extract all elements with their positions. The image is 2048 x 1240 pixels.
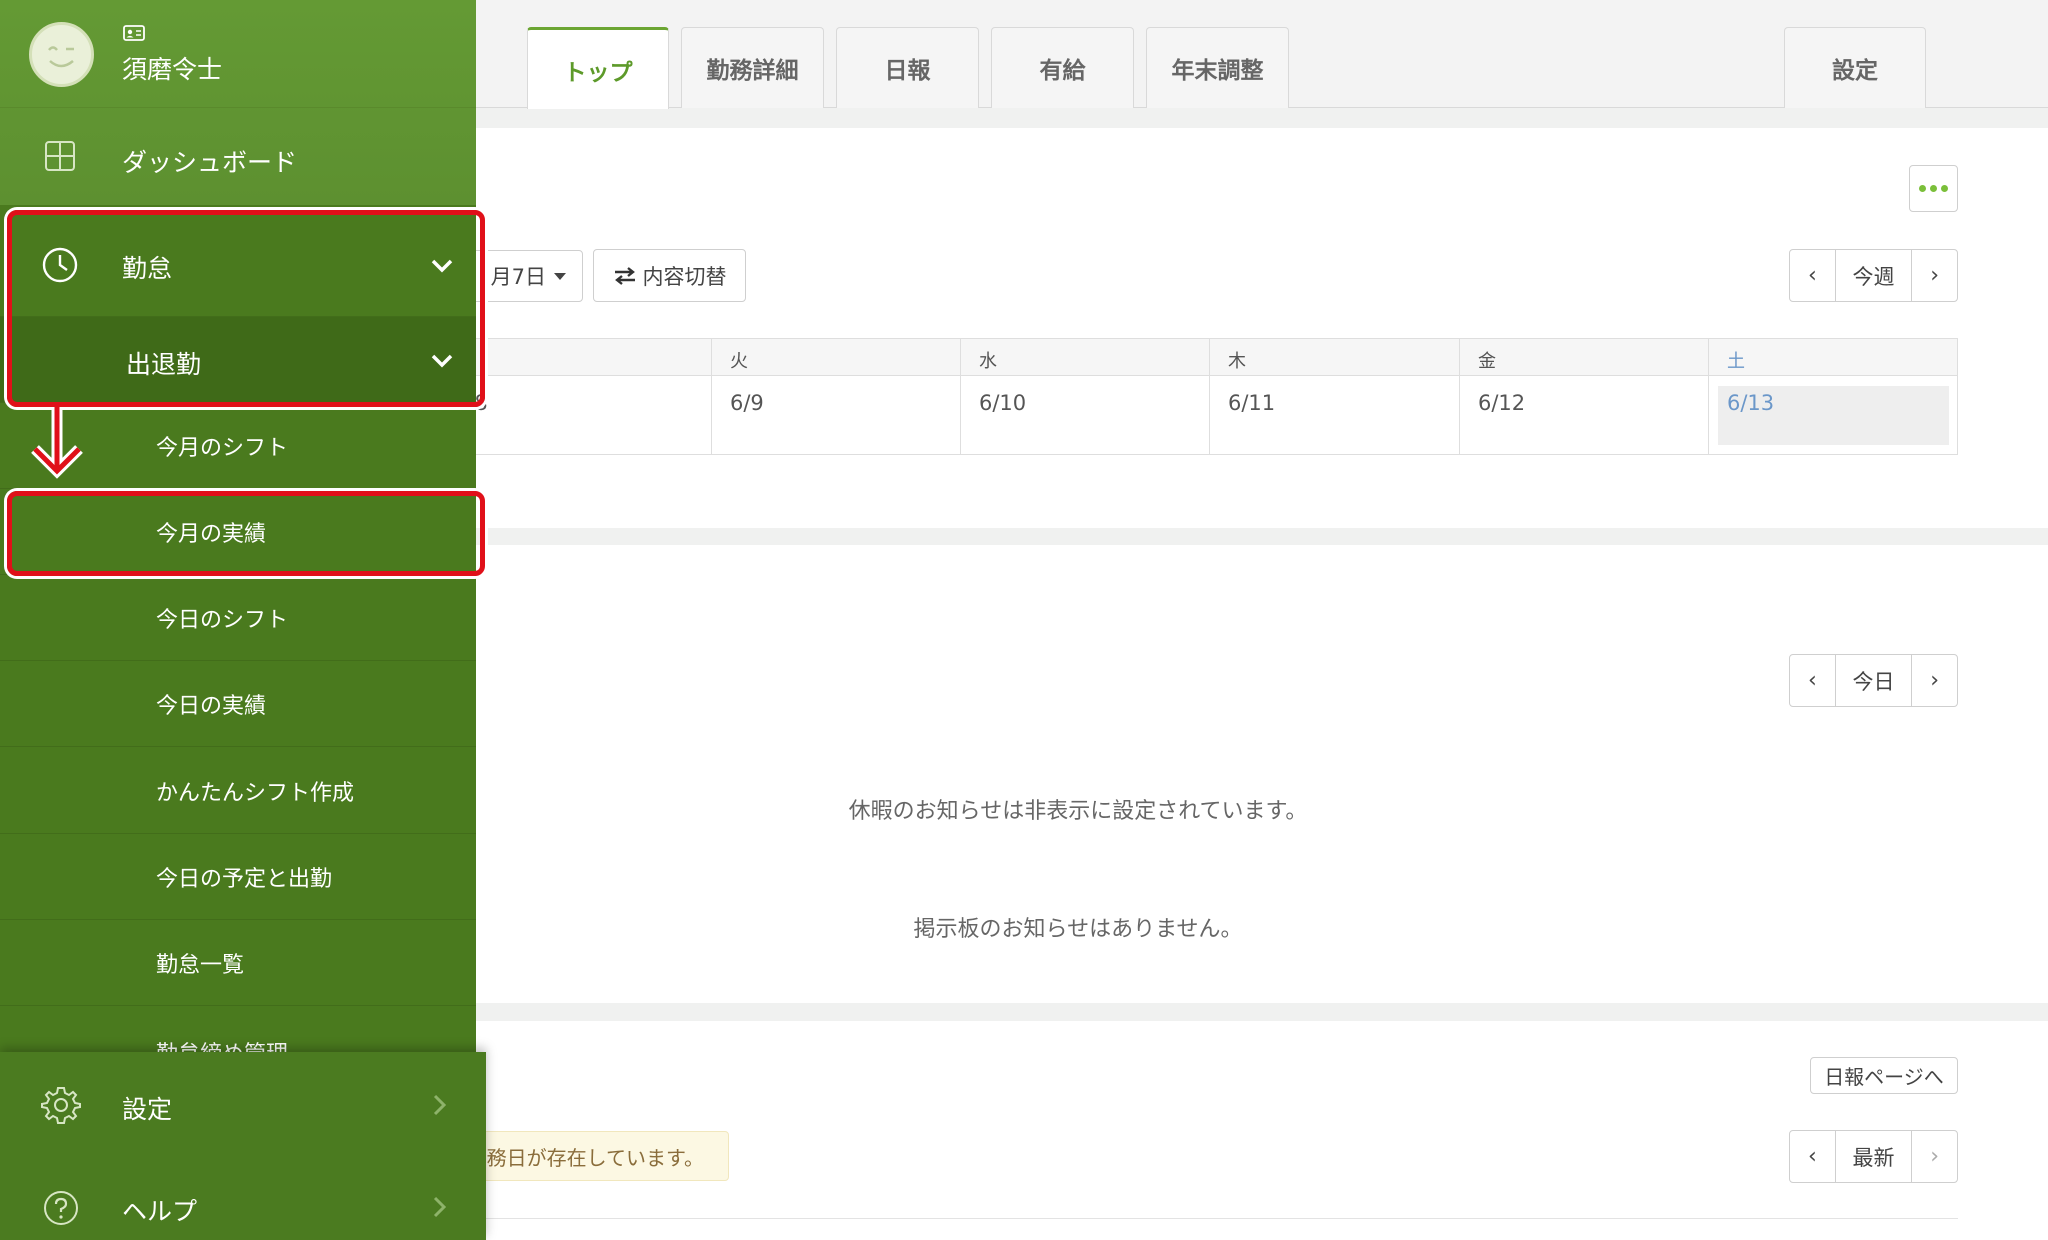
- dashboard-label: ダッシュボード: [122, 148, 298, 177]
- day-column-fri[interactable]: 金 6/12: [1460, 339, 1709, 454]
- today-button[interactable]: 今日: [1834, 655, 1913, 706]
- sidebar-item-label: 今月のシフト: [156, 435, 289, 461]
- sidebar-item-label: 今日の予定と出勤: [156, 866, 333, 892]
- day-column-thu[interactable]: 木 6/11: [1210, 339, 1460, 454]
- avatar: [29, 22, 94, 87]
- next-week-button[interactable]: ›: [1912, 250, 1957, 301]
- more-options-button[interactable]: [1909, 165, 1958, 212]
- sidebar-item-daily-shift[interactable]: 今日のシフト: [0, 575, 476, 661]
- settings-label: 設定: [122, 1095, 173, 1124]
- next-day-button[interactable]: ›: [1912, 655, 1957, 706]
- report-alert: 務日が存在しています。: [452, 1131, 729, 1181]
- swap-arrows-icon: [614, 266, 635, 285]
- sidebar-item-settings[interactable]: 設定: [0, 1052, 476, 1156]
- red-arrow-icon: [31, 407, 83, 479]
- date-label: 6/11: [1228, 391, 1276, 415]
- chevron-right-icon: [433, 1094, 447, 1116]
- dot-icon: [1941, 185, 1948, 192]
- sidebar-item-clock-in-out[interactable]: 出退勤: [0, 317, 476, 403]
- tab-top[interactable]: トップ: [527, 27, 669, 109]
- day-column-wed[interactable]: 水 6/10: [961, 339, 1210, 454]
- clock-icon: [42, 247, 78, 283]
- dot-icon: [1930, 185, 1937, 192]
- user-profile[interactable]: 須磨令士: [0, 0, 476, 108]
- day-navigation: ‹ 今日 ›: [1789, 654, 1958, 707]
- date-label: 6/10: [979, 391, 1027, 415]
- chevron-right-icon: [433, 1196, 447, 1218]
- sidebar-item-label: 今日のシフト: [156, 607, 289, 633]
- prev-week-button[interactable]: ‹: [1790, 250, 1835, 301]
- sidebar-bottom: 設定 ヘルプ: [0, 1052, 486, 1240]
- report-alert-text: 務日が存在しています。: [486, 1145, 704, 1170]
- sidebar-item-easy-shift[interactable]: かんたんシフト作成: [0, 748, 476, 834]
- sidebar-item-label: 今日の実績: [156, 693, 267, 719]
- id-card-icon: [123, 25, 145, 41]
- week-navigation: ‹ 今週 ›: [1789, 249, 1958, 302]
- latest-report-button[interactable]: 最新: [1834, 1131, 1913, 1182]
- daily-report-page-button[interactable]: 日報ページへ: [1810, 1057, 1958, 1094]
- day-column-mon[interactable]: 月 6/8: [436, 339, 712, 454]
- day-label: 金: [1478, 351, 1496, 372]
- question-circle-icon: [44, 1191, 78, 1225]
- day-column-tue[interactable]: 火 6/9: [712, 339, 961, 454]
- day-label: 火: [730, 351, 748, 372]
- day-label: 土: [1727, 351, 1745, 372]
- tab-year-end-adjustment[interactable]: 年末調整: [1146, 27, 1289, 108]
- date-label: 6/13: [1727, 391, 1775, 415]
- sidebar-item-label: かんたんシフト作成: [156, 780, 355, 806]
- user-name: 須磨令士: [122, 55, 223, 84]
- tab-daily-report[interactable]: 日報: [836, 27, 979, 108]
- gear-icon: [41, 1087, 81, 1124]
- smiley-icon: [48, 46, 74, 68]
- sidebar-item-label: 勤怠一覧: [156, 952, 245, 978]
- date-select-label: 月7日: [490, 265, 546, 289]
- prev-day-button[interactable]: ‹: [1790, 655, 1835, 706]
- grid-icon: [45, 141, 75, 171]
- next-report-button[interactable]: ›: [1912, 1131, 1957, 1182]
- toggle-content-label: 内容切替: [642, 264, 727, 289]
- sidebar-item-attendance[interactable]: 勤怠: [0, 214, 476, 317]
- dot-icon: [1919, 185, 1926, 192]
- date-label: 6/12: [1478, 391, 1526, 415]
- day-column-sat[interactable]: 土 6/13: [1709, 339, 1957, 454]
- chevron-down-icon: [431, 259, 453, 273]
- tab-paid-leave[interactable]: 有給: [991, 27, 1134, 108]
- sidebar-item-label: 今月の実績: [156, 521, 267, 547]
- sidebar-item-daily-results[interactable]: 今日の実績: [0, 661, 476, 747]
- sidebar-item-monthly-results[interactable]: 今月の実績: [0, 489, 476, 575]
- report-navigation: ‹ 最新 ›: [1789, 1130, 1958, 1183]
- day-label: 木: [1228, 351, 1246, 372]
- day-label: 水: [979, 351, 997, 372]
- week-table: 月 6/8 火 6/9 水 6/10 木 6/11 金 6/12 土 6/13: [454, 338, 1958, 455]
- tab-work-details[interactable]: 勤務詳細: [681, 27, 824, 108]
- divider: [462, 1218, 1958, 1219]
- prev-report-button[interactable]: ‹: [1790, 1131, 1835, 1182]
- chevron-down-icon: [431, 354, 453, 368]
- attendance-label: 勤怠: [122, 254, 173, 283]
- help-label: ヘルプ: [122, 1197, 198, 1226]
- sidebar-item-dashboard[interactable]: ダッシュボード: [0, 108, 476, 205]
- caret-down-icon: [554, 272, 566, 280]
- date-label: 6/9: [730, 391, 764, 415]
- sidebar-item-today-schedule[interactable]: 今日の予定と出勤: [0, 834, 476, 920]
- sidebar-item-attendance-list[interactable]: 勤怠一覧: [0, 920, 476, 1006]
- sidebar-item-help[interactable]: ヘルプ: [0, 1156, 476, 1240]
- this-week-button[interactable]: 今週: [1834, 250, 1913, 301]
- clock-in-out-label: 出退勤: [126, 350, 202, 379]
- tab-settings[interactable]: 設定: [1784, 27, 1926, 108]
- toggle-content-button[interactable]: 内容切替: [593, 249, 746, 302]
